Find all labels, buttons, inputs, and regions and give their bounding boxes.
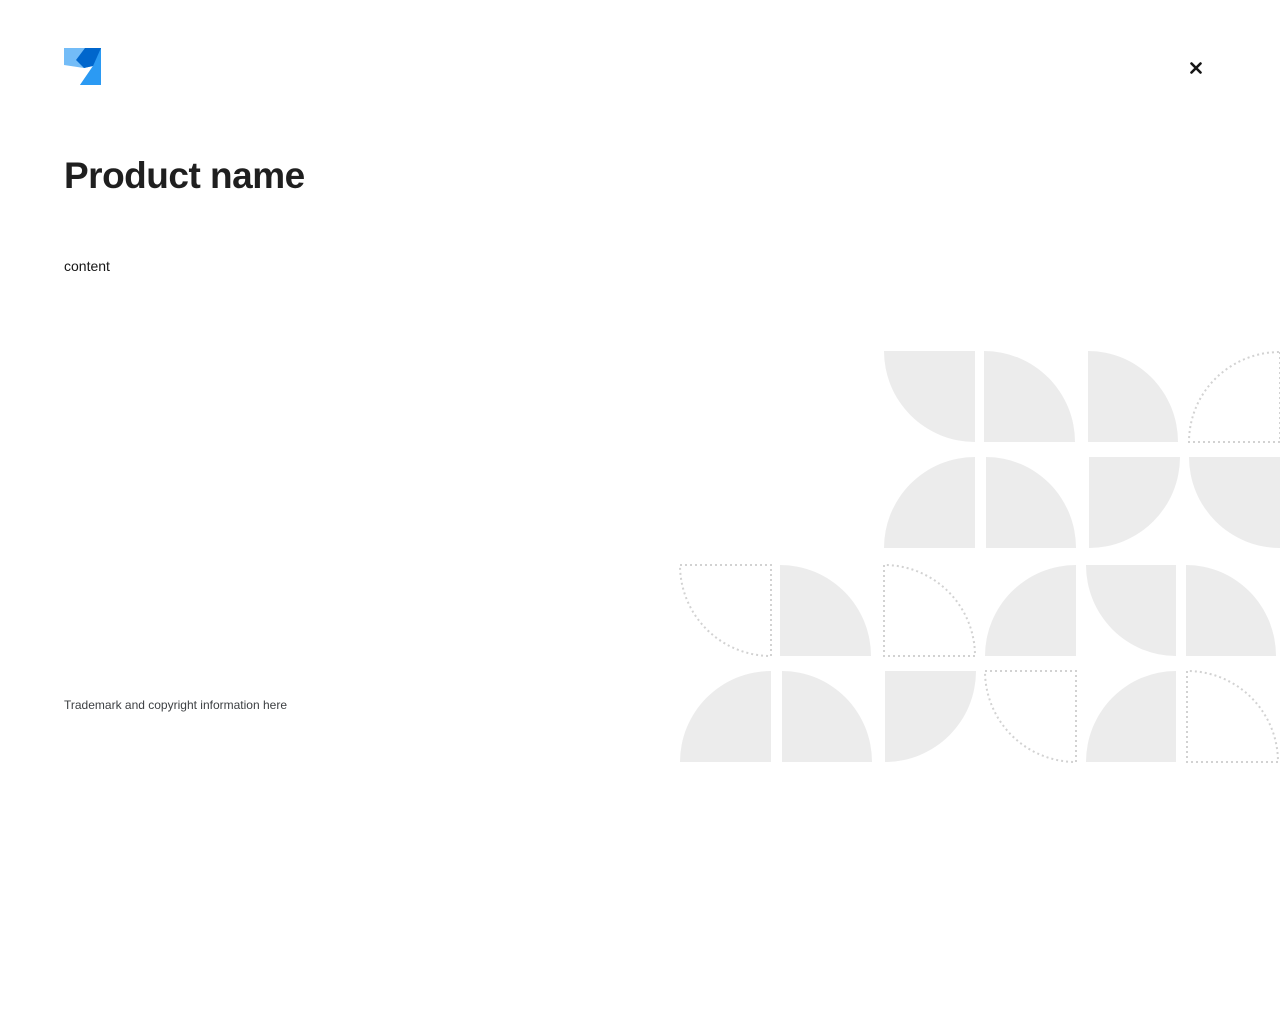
pattern-tile-outline <box>883 563 977 657</box>
pattern-tile-outline <box>983 670 1077 764</box>
modal-content: content <box>64 258 110 274</box>
pattern-tile-outline <box>678 564 772 658</box>
pattern-tile-outline <box>1186 669 1280 763</box>
pattern-tile <box>782 671 872 762</box>
pattern-tile <box>1088 351 1178 442</box>
about-modal: Product name content Trademark and copyr… <box>0 0 1280 1024</box>
pattern-tile <box>986 457 1076 548</box>
close-button[interactable] <box>1184 56 1208 80</box>
pattern-tile <box>1086 565 1176 656</box>
pattern-tile <box>780 565 871 656</box>
trademark-text: Trademark and copyright information here <box>64 698 287 712</box>
pattern-tile <box>985 565 1076 656</box>
pattern-tile <box>1186 565 1276 656</box>
pattern-tile <box>884 457 975 548</box>
pattern-tile-outline <box>1187 350 1280 443</box>
pattern-tile <box>984 351 1075 442</box>
pattern-tile <box>884 351 975 442</box>
close-icon <box>1190 62 1202 74</box>
brand-logo-icon <box>64 48 101 85</box>
pattern-tile <box>680 671 771 762</box>
pattern-tile <box>885 671 976 762</box>
pattern-tile <box>1189 457 1280 548</box>
pattern-tile <box>1089 457 1180 548</box>
product-name-title: Product name <box>64 155 305 196</box>
pattern-tile <box>1086 671 1176 762</box>
